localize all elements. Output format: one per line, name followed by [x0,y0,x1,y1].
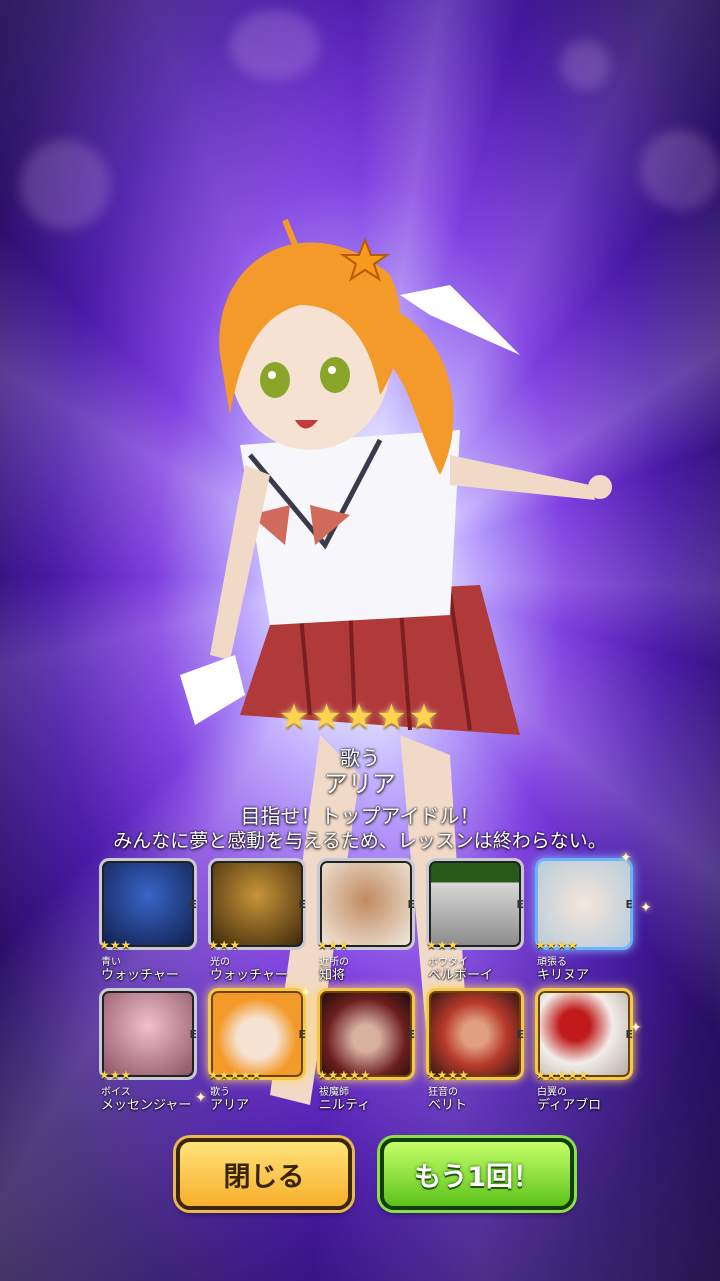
result-card[interactable]: E ★★★ ボイス メッセンジャー [97,988,201,1113]
element-icon: E [516,1028,524,1041]
character-portrait [426,858,524,950]
element-icon: E [298,1028,306,1041]
gacha-results-grid: E ★★★ 青い ウォッチャー E ★★★ 光の ウォッチャー E ★★★ 近所… [97,858,637,1118]
character-portrait [535,858,633,950]
character-name: ウォッチャー [210,968,288,983]
character-portrait [99,858,197,950]
character-name: 知将 [319,968,346,983]
close-button[interactable]: 閉じる [176,1138,352,1210]
featured-rarity-stars: ★★★★★ [278,697,442,737]
character-name: アリア [210,1098,250,1113]
rarity-stars: ★★★★ [535,938,579,952]
element-icon: E [189,898,197,911]
character-name: ベルボーイ [428,968,494,983]
result-card[interactable]: E ★★★★ 頑張る キリヌア [533,858,637,983]
element-icon: E [625,898,633,911]
results-row-1: E ★★★ 青い ウォッチャー E ★★★ 光の ウォッチャー E ★★★ 近所… [97,858,637,983]
character-portrait [426,988,524,1080]
featured-quote-line-2: みんなに夢と感動を与えるため、レッスンは終わらない。 [113,830,607,852]
rarity-stars: ★★★ [99,938,132,952]
character-name: ニルティ [319,1098,371,1113]
element-icon: E [189,1028,197,1041]
rarity-stars: ★★★★ [426,1068,470,1082]
character-portrait [535,988,633,1080]
element-icon: E [516,898,524,911]
character-name: ディアブロ [537,1098,602,1113]
element-icon: E [298,898,306,911]
character-portrait [208,858,306,950]
result-card[interactable]: E ★★★ 近所の 知将 [315,858,419,983]
character-name: メッセンジャー [101,1098,192,1113]
rarity-stars: ★★★★★ [317,1068,371,1082]
element-icon: E [407,1028,415,1041]
character-name: ウォッチャー [101,968,179,983]
character-portrait [208,988,306,1080]
character-portrait [99,988,197,1080]
draw-again-button[interactable]: もう1回！ [380,1138,574,1210]
sparkle-icon: ✦ [300,985,312,1001]
bokeh-light [560,40,610,90]
rarity-stars: ★★★★★ [208,1068,262,1082]
result-card[interactable]: E ★★★★★ 祓魔師 ニルティ [315,988,419,1113]
sparkle-icon: ✦ [630,1020,642,1036]
result-card[interactable]: E ★★★ ボウタイ ベルボーイ [424,858,528,983]
featured-quote-line-1: 目指せ！トップアイドル！ [240,804,480,828]
character-name: ベリト [428,1098,468,1113]
result-card[interactable]: E ★★★★ 狂音の ベリト [424,988,528,1113]
bokeh-light [640,130,720,210]
sparkle-icon: ✦ [195,1090,207,1106]
bokeh-light [20,140,110,230]
character-portrait [317,988,415,1080]
result-card[interactable]: E ★★★★★ 白翼の ディアブロ [533,988,637,1113]
rarity-stars: ★★★★★ [535,1068,589,1082]
rarity-stars: ★★★ [426,938,459,952]
character-portrait [317,858,415,950]
result-card[interactable]: E ★★★ 光の ウォッチャー [206,858,310,983]
result-card[interactable]: E ★★★ 青い ウォッチャー [97,858,201,983]
element-icon: E [407,898,415,911]
rarity-stars: ★★★ [99,1068,132,1082]
rarity-stars: ★★★ [317,938,350,952]
results-row-2: E ★★★ ボイス メッセンジャー E ★★★★★ 歌う アリア E ★★★★★… [97,988,637,1113]
sparkle-icon: ✦ [640,900,652,916]
rarity-stars: ★★★ [208,938,241,952]
featured-character-name: アリア [324,770,396,798]
sparkle-icon: ✦ [620,850,632,866]
character-name: キリヌア [537,968,590,983]
result-card[interactable]: E ★★★★★ 歌う アリア [206,988,310,1113]
bokeh-light [230,10,320,80]
